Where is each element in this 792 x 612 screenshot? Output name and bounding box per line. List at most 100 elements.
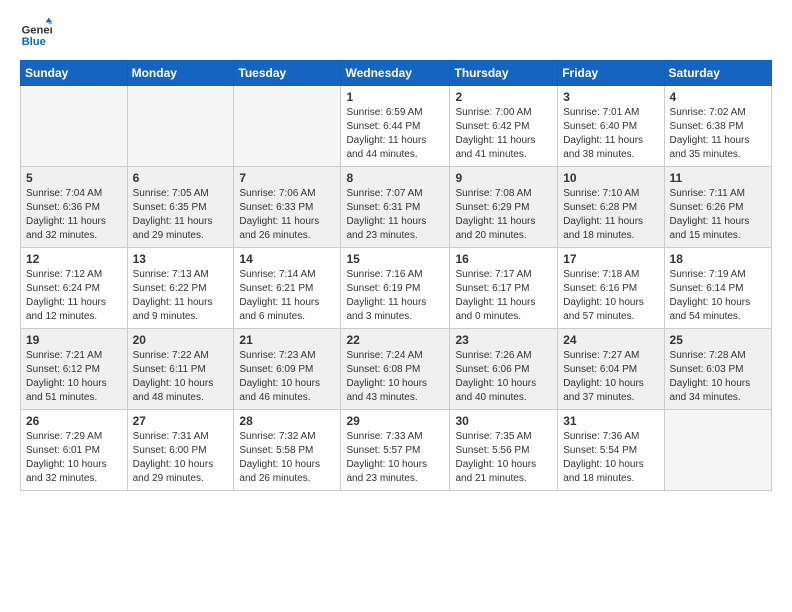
calendar-day-cell: 21 Sunrise: 7:23 AMSunset: 6:09 PMDayligh… — [234, 329, 341, 410]
calendar-day-cell: 12 Sunrise: 7:12 AMSunset: 6:24 PMDayligh… — [21, 248, 128, 329]
calendar-day-cell: 1Sunrise: 6:59 AMSunset: 6:44 PMDaylight… — [341, 86, 450, 167]
day-info: Sunrise: 7:23 AMSunset: 6:09 PMDaylight:… — [239, 349, 335, 405]
calendar-table: SundayMondayTuesdayWednesdayThursdayFrid… — [20, 60, 772, 491]
day-number: 17 — [563, 252, 658, 266]
day-info: Sunrise: 7:07 AMSunset: 6:31 PMDaylight:… — [346, 187, 444, 243]
calendar-day-cell: 24 Sunrise: 7:27 AMSunset: 6:04 PMDayligh… — [558, 329, 664, 410]
day-number: 10 — [563, 171, 658, 185]
calendar-day-cell — [664, 410, 771, 491]
calendar-day-cell: 31Sunrise: 7:36 AMSunset: 5:54 PMDayligh… — [558, 410, 664, 491]
svg-text:General: General — [22, 25, 52, 37]
day-number: 29 — [346, 414, 444, 428]
day-info: Sunrise: 7:05 AMSunset: 6:35 PMDaylight:… — [133, 187, 229, 243]
day-info: Sunrise: 7:02 AMSunset: 6:38 PMDaylight:… — [670, 106, 766, 162]
day-info: Sunrise: 7:18 AMSunset: 6:16 PMDaylight:… — [563, 268, 658, 324]
weekday-header-tuesday: Tuesday — [234, 61, 341, 86]
day-number: 14 — [239, 252, 335, 266]
day-number: 16 — [455, 252, 552, 266]
calendar-day-cell: 6 Sunrise: 7:05 AMSunset: 6:35 PMDaylight… — [127, 167, 234, 248]
logo: General Blue — [20, 16, 56, 48]
day-number: 25 — [670, 333, 766, 347]
day-number: 23 — [455, 333, 552, 347]
calendar-week-row: 12 Sunrise: 7:12 AMSunset: 6:24 PMDayligh… — [21, 248, 772, 329]
header: General Blue — [20, 16, 772, 48]
day-info: Sunrise: 7:06 AMSunset: 6:33 PMDaylight:… — [239, 187, 335, 243]
weekday-header-friday: Friday — [558, 61, 664, 86]
day-info: Sunrise: 7:12 AMSunset: 6:24 PMDaylight:… — [26, 268, 122, 324]
day-info: Sunrise: 7:33 AMSunset: 5:57 PMDaylight:… — [346, 430, 444, 486]
calendar-day-cell: 19 Sunrise: 7:21 AMSunset: 6:12 PMDayligh… — [21, 329, 128, 410]
calendar-day-cell: 14 Sunrise: 7:14 AMSunset: 6:21 PMDayligh… — [234, 248, 341, 329]
day-number: 3 — [563, 90, 658, 104]
weekday-header-wednesday: Wednesday — [341, 61, 450, 86]
day-number: 30 — [455, 414, 552, 428]
day-number: 4 — [670, 90, 766, 104]
day-number: 12 — [26, 252, 122, 266]
day-info: Sunrise: 7:04 AMSunset: 6:36 PMDaylight:… — [26, 187, 122, 243]
day-number: 20 — [133, 333, 229, 347]
day-number: 22 — [346, 333, 444, 347]
calendar-day-cell: 22 Sunrise: 7:24 AMSunset: 6:08 PMDayligh… — [341, 329, 450, 410]
day-number: 8 — [346, 171, 444, 185]
calendar-day-cell: 2Sunrise: 7:00 AMSunset: 6:42 PMDaylight… — [450, 86, 558, 167]
calendar-week-row: 19 Sunrise: 7:21 AMSunset: 6:12 PMDayligh… — [21, 329, 772, 410]
day-info: Sunrise: 7:28 AMSunset: 6:03 PMDaylight:… — [670, 349, 766, 405]
day-info: Sunrise: 7:35 AMSunset: 5:56 PMDaylight:… — [455, 430, 552, 486]
svg-text:Blue: Blue — [22, 36, 46, 48]
day-info: Sunrise: 7:10 AMSunset: 6:28 PMDaylight:… — [563, 187, 658, 243]
day-info: Sunrise: 7:17 AMSunset: 6:17 PMDaylight:… — [455, 268, 552, 324]
day-info: Sunrise: 7:14 AMSunset: 6:21 PMDaylight:… — [239, 268, 335, 324]
calendar-day-cell: 9 Sunrise: 7:08 AMSunset: 6:29 PMDaylight… — [450, 167, 558, 248]
day-number: 6 — [133, 171, 229, 185]
weekday-header-saturday: Saturday — [664, 61, 771, 86]
day-info: Sunrise: 7:31 AMSunset: 6:00 PMDaylight:… — [133, 430, 229, 486]
day-number: 21 — [239, 333, 335, 347]
day-info: Sunrise: 7:13 AMSunset: 6:22 PMDaylight:… — [133, 268, 229, 324]
calendar-day-cell: 5 Sunrise: 7:04 AMSunset: 6:36 PMDaylight… — [21, 167, 128, 248]
calendar-day-cell: 4 Sunrise: 7:02 AMSunset: 6:38 PMDaylight… — [664, 86, 771, 167]
day-number: 26 — [26, 414, 122, 428]
logo-icon: General Blue — [20, 16, 52, 48]
day-info: Sunrise: 7:01 AMSunset: 6:40 PMDaylight:… — [563, 106, 658, 162]
page: General Blue SundayMondayTuesdayWednesda… — [0, 0, 792, 507]
day-info: Sunrise: 7:27 AMSunset: 6:04 PMDaylight:… — [563, 349, 658, 405]
day-number: 27 — [133, 414, 229, 428]
calendar-day-cell: 30 Sunrise: 7:35 AMSunset: 5:56 PMDayligh… — [450, 410, 558, 491]
calendar-week-row: 5 Sunrise: 7:04 AMSunset: 6:36 PMDaylight… — [21, 167, 772, 248]
weekday-header-monday: Monday — [127, 61, 234, 86]
calendar-day-cell: 23 Sunrise: 7:26 AMSunset: 6:06 PMDayligh… — [450, 329, 558, 410]
day-info: Sunrise: 7:11 AMSunset: 6:26 PMDaylight:… — [670, 187, 766, 243]
day-info: Sunrise: 7:08 AMSunset: 6:29 PMDaylight:… — [455, 187, 552, 243]
day-info: Sunrise: 7:32 AMSunset: 5:58 PMDaylight:… — [239, 430, 335, 486]
calendar-day-cell: 15Sunrise: 7:16 AMSunset: 6:19 PMDayligh… — [341, 248, 450, 329]
day-info: Sunrise: 7:29 AMSunset: 6:01 PMDaylight:… — [26, 430, 122, 486]
calendar-day-cell: 16 Sunrise: 7:17 AMSunset: 6:17 PMDayligh… — [450, 248, 558, 329]
weekday-header-thursday: Thursday — [450, 61, 558, 86]
day-info: Sunrise: 7:26 AMSunset: 6:06 PMDaylight:… — [455, 349, 552, 405]
calendar-week-row: 1Sunrise: 6:59 AMSunset: 6:44 PMDaylight… — [21, 86, 772, 167]
calendar-day-cell: 27 Sunrise: 7:31 AMSunset: 6:00 PMDayligh… — [127, 410, 234, 491]
calendar-day-cell: 11 Sunrise: 7:11 AMSunset: 6:26 PMDayligh… — [664, 167, 771, 248]
calendar-day-cell — [21, 86, 128, 167]
calendar-day-cell: 25 Sunrise: 7:28 AMSunset: 6:03 PMDayligh… — [664, 329, 771, 410]
day-number: 15 — [346, 252, 444, 266]
calendar-day-cell: 28Sunrise: 7:32 AMSunset: 5:58 PMDayligh… — [234, 410, 341, 491]
calendar-day-cell: 17 Sunrise: 7:18 AMSunset: 6:16 PMDayligh… — [558, 248, 664, 329]
day-number: 5 — [26, 171, 122, 185]
calendar-day-cell: 20Sunrise: 7:22 AMSunset: 6:11 PMDayligh… — [127, 329, 234, 410]
calendar-day-cell: 7Sunrise: 7:06 AMSunset: 6:33 PMDaylight… — [234, 167, 341, 248]
calendar-day-cell: 18Sunrise: 7:19 AMSunset: 6:14 PMDayligh… — [664, 248, 771, 329]
calendar-day-cell — [127, 86, 234, 167]
calendar-day-cell: 3 Sunrise: 7:01 AMSunset: 6:40 PMDaylight… — [558, 86, 664, 167]
day-info: Sunrise: 7:36 AMSunset: 5:54 PMDaylight:… — [563, 430, 658, 486]
day-number: 9 — [455, 171, 552, 185]
day-number: 24 — [563, 333, 658, 347]
day-number: 2 — [455, 90, 552, 104]
day-info: Sunrise: 7:21 AMSunset: 6:12 PMDaylight:… — [26, 349, 122, 405]
day-info: Sunrise: 7:24 AMSunset: 6:08 PMDaylight:… — [346, 349, 444, 405]
day-number: 11 — [670, 171, 766, 185]
day-info: Sunrise: 6:59 AMSunset: 6:44 PMDaylight:… — [346, 106, 444, 162]
weekday-header-sunday: Sunday — [21, 61, 128, 86]
weekday-header-row: SundayMondayTuesdayWednesdayThursdayFrid… — [21, 61, 772, 86]
day-number: 19 — [26, 333, 122, 347]
